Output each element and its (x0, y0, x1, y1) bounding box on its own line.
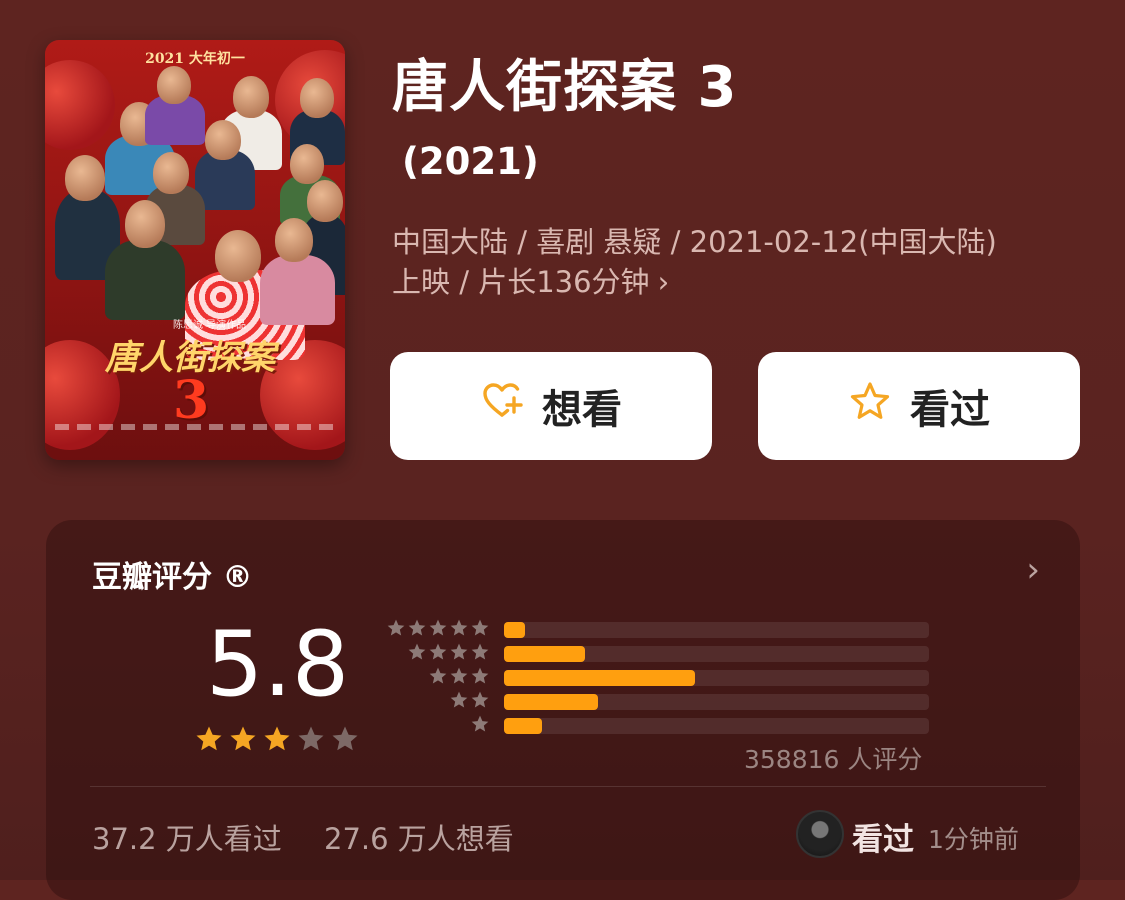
poster-face (215, 230, 261, 282)
seen-button-label: 看过 (910, 387, 990, 433)
rating-count: 358816 人评分 (744, 745, 923, 774)
star-small-icon (449, 618, 469, 642)
distribution-stars (470, 714, 490, 738)
distribution-bar-track (504, 670, 929, 686)
star-empty-icon (296, 724, 326, 758)
star-filled-icon (228, 724, 258, 758)
distribution-bar-3-star (504, 670, 696, 686)
chevron-right-icon[interactable]: › (1026, 550, 1040, 590)
poster-figure (260, 255, 335, 325)
poster-face (157, 66, 191, 104)
rating-title: 豆瓣评分 ® (92, 560, 253, 595)
star-small-icon (449, 690, 469, 714)
movie-title: 唐人街探案 3 (392, 55, 738, 120)
avatar[interactable] (796, 810, 844, 858)
star-outline-icon (848, 379, 892, 433)
poster-face (290, 144, 324, 184)
distribution-bar-2-star (504, 694, 598, 710)
star-small-icon (386, 618, 406, 642)
poster-face (275, 218, 313, 262)
recent-activity-label: 看过 (852, 822, 914, 858)
poster-face (300, 78, 334, 118)
movie-year: (2021) (402, 140, 539, 183)
star-filled-icon (262, 724, 292, 758)
movie-poster[interactable]: 2021 大年初一 陈思诚 导演作品 唐人街探案 3 (45, 40, 345, 460)
distribution-bar-4-star (504, 646, 585, 662)
star-small-icon (449, 666, 469, 690)
star-small-icon (470, 642, 490, 666)
want-button-label: 想看 (542, 387, 622, 433)
poster-face (125, 200, 165, 248)
poster-face (307, 180, 343, 222)
star-empty-icon (330, 724, 360, 758)
poster-figure (105, 240, 185, 320)
poster-top-text: 2021 大年初一 (145, 51, 245, 67)
poster-lantern (45, 60, 115, 150)
meta-line-2: 上映 / 片长136分钟 (392, 265, 650, 299)
poster-director: 陈思诚 导演作品 (173, 320, 247, 331)
star-small-icon (470, 714, 490, 738)
distribution-bar-track (504, 646, 929, 662)
poster-number: 3 (173, 370, 210, 431)
distribution-bar-1-star (504, 718, 543, 734)
distribution-bar-track (504, 718, 929, 734)
watched-count[interactable]: 37.2 万人看过 (92, 816, 282, 858)
heart-plus-icon (480, 379, 524, 433)
star-filled-icon (194, 724, 224, 758)
divider (90, 786, 1046, 787)
star-small-icon (428, 618, 448, 642)
star-small-icon (449, 642, 469, 666)
star-small-icon (470, 690, 490, 714)
poster-face (153, 152, 189, 194)
distribution-stars (449, 690, 490, 714)
star-small-icon (428, 666, 448, 690)
meta-line-1: 中国大陆 / 喜剧 悬疑 / 2021-02-12(中国大陆) (392, 225, 997, 259)
distribution-bar-5-star (504, 622, 526, 638)
poster-face (65, 155, 105, 201)
rating-card[interactable]: 豆瓣评分 ® › 5.8 358816 人评分 37.2 万人看过 27.6 万… (46, 520, 1080, 900)
star-small-icon (470, 666, 490, 690)
star-small-icon (407, 618, 427, 642)
watched-button[interactable]: 看过 (758, 352, 1080, 460)
recent-activity-time: 1分钟前 (928, 825, 1019, 854)
want-count[interactable]: 27.6 万人想看 (324, 816, 514, 858)
poster-face (233, 76, 269, 118)
distribution-bar-track (504, 622, 929, 638)
poster-logos (55, 424, 335, 430)
want-to-watch-button[interactable]: 想看 (390, 352, 712, 460)
movie-meta[interactable]: 中国大陆 / 喜剧 悬疑 / 2021-02-12(中国大陆) 上映 / 片长1… (392, 222, 1092, 302)
rating-stars (194, 724, 360, 758)
distribution-stars (386, 618, 490, 642)
chevron-right-icon: › (657, 265, 670, 299)
star-small-icon (428, 642, 448, 666)
poster-face (205, 120, 241, 160)
star-small-icon (407, 642, 427, 666)
rating-score: 5.8 (206, 612, 350, 717)
distribution-stars (407, 642, 490, 666)
star-small-icon (470, 618, 490, 642)
distribution-bar-track (504, 694, 929, 710)
distribution-stars (428, 666, 490, 690)
